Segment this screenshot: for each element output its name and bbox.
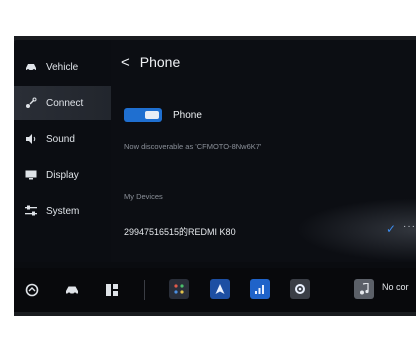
sidebar-item-label: Sound (46, 133, 75, 145)
grid-icon[interactable] (104, 282, 120, 298)
phone-toggle[interactable] (124, 108, 162, 122)
car-icon (24, 60, 38, 74)
device-list-item[interactable]: 29947516515的REDMI K80 ✓ ··· (111, 198, 416, 262)
page-title: Phone (139, 54, 181, 70)
discoverable-status-text: Now discoverable as 'CFMOTO-8Nw6K7' (124, 142, 262, 151)
sidebar-item-sound[interactable]: Sound (14, 122, 111, 156)
phone-settings-pane: < Phone Phone Now discoverable as 'CFMOT… (111, 40, 416, 262)
sidebar-item-label: Connect (46, 97, 84, 109)
toggle-knob (145, 111, 159, 119)
dock-divider (144, 280, 145, 300)
infotainment-screen: Vehicle Connect Sound Display System < P… (14, 40, 416, 316)
now-playing-text: No cor (382, 282, 409, 292)
car-icon[interactable] (64, 282, 80, 298)
phone-toggle-label: Phone (173, 109, 202, 121)
settings-sidebar: Vehicle Connect Sound Display System (14, 40, 111, 262)
sidebar-item-display[interactable]: Display (14, 158, 111, 192)
device-name: 29947516515的REDMI K80 (124, 227, 236, 237)
phone-toggle-row: Phone (124, 108, 202, 122)
sidebar-item-label: Display (46, 169, 79, 181)
navigation-icon[interactable] (210, 279, 230, 299)
home-icon[interactable] (24, 282, 40, 298)
settings-gear-icon[interactable] (290, 279, 310, 299)
connect-icon (24, 96, 38, 110)
back-chevron-icon[interactable]: < (121, 55, 130, 70)
sidebar-item-connect[interactable]: Connect (14, 86, 111, 120)
sliders-icon (24, 204, 38, 218)
connected-check-icon: ✓ (386, 222, 397, 236)
my-devices-heading: My Devices (124, 192, 163, 201)
sidebar-item-label: System (46, 205, 80, 217)
page-header: < Phone (121, 52, 180, 72)
screen-bezel-bottom (14, 312, 416, 316)
apps-grid-icon[interactable] (169, 279, 189, 299)
bottom-dock: No cor (14, 268, 416, 312)
signal-app-icon[interactable] (250, 279, 270, 299)
display-icon (24, 168, 38, 182)
more-options-icon[interactable]: ··· (403, 221, 416, 232)
speaker-icon (24, 132, 38, 146)
sidebar-item-label: Vehicle (46, 61, 79, 73)
device-row-highlight (296, 198, 416, 262)
sidebar-item-system[interactable]: System (14, 194, 111, 228)
music-note-icon[interactable] (354, 279, 374, 299)
sidebar-item-vehicle[interactable]: Vehicle (14, 50, 111, 84)
